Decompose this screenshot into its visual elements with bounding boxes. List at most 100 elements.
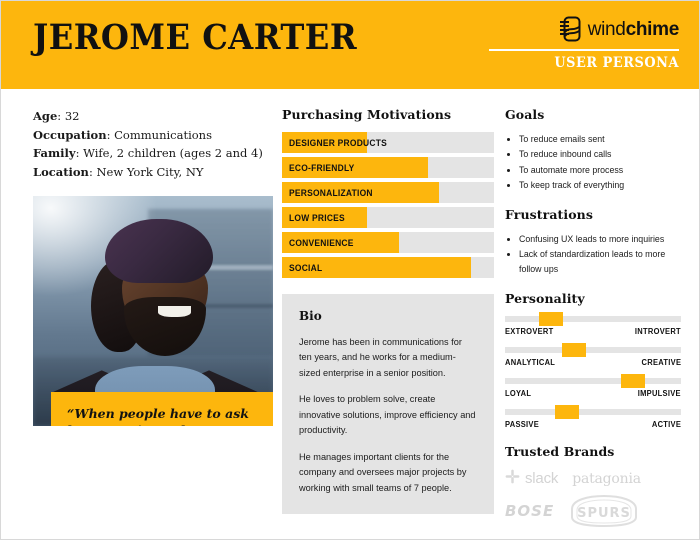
personality-sliders: EXTROVERT INTROVERT ANALYTICAL CREATIVE [505,311,681,429]
frustrations-section: Frustrations Confusing UX leads to more … [505,207,681,276]
motivation-bar: DESIGNER PRODUCTS [282,132,494,153]
page-title: JEROME CARTER [33,17,358,58]
bio-paragraph: He manages important clients for the com… [299,451,467,493]
frustrations-title: Frustrations [505,207,594,222]
brand-logo-bose: BOSE [505,502,554,520]
svg-text:SPURS: SPURS [577,506,631,521]
personality-slider[interactable]: EXTROVERT INTROVERT [505,311,681,336]
brand-wordmark-bold: chime [625,18,680,40]
trusted-brands-section: Trusted Brands slack patagonia BOSE SPUR… [505,444,681,529]
motivation-bar: ECO-FRIENDLY [282,157,494,178]
slider-poles: EXTROVERT INTROVERT [505,327,681,336]
brand-divider [489,49,679,51]
brand-wordmark: windchime [587,18,680,40]
brand-subtitle: USER PERSONA [554,55,679,71]
demographic-value: New York City, NY [96,164,204,179]
brand-logo-spurs: SPURS [568,493,640,529]
purchasing-motivations-chart: DESIGNER PRODUCTS ECO-FRIENDLY PERSONALI… [282,132,494,278]
slider-label-right: IMPULSIVE [637,388,681,398]
motivation-bar-label: PERSONALIZATION [289,187,373,198]
slider-poles: ANALYTICAL CREATIVE [505,358,681,367]
slider-thumb[interactable] [561,342,586,357]
slider-track[interactable] [505,342,681,357]
goals-title: Goals [505,107,545,122]
brand-logo-slack: slack [505,469,558,489]
brand-label: BOSE [505,501,555,520]
left-column: Age: 32 Occupation: Communications Famil… [33,107,273,426]
brand-wordmark-light: wind [587,18,626,40]
motivation-bar-label: DESIGNER PRODUCTS [289,137,388,148]
demographic-row: Location: New York City, NY [33,164,204,179]
list-item: To keep track of everything [519,178,681,192]
trusted-brands-title: Trusted Brands [505,443,615,459]
motivation-bar: LOW PRICES [282,207,494,228]
middle-column: Purchasing Motivations DESIGNER PRODUCTS… [282,107,494,515]
demographic-row: Occupation: Communications [33,127,212,142]
quote-text: “When people have to ask less questions,… [67,405,249,426]
slider-label-left: LOYAL [505,388,532,398]
frustrations-list: Confusing UX leads to more inquiries Lac… [505,232,681,276]
persona-page: JEROME CARTER windchime USER PERSONA Age… [0,0,700,540]
motivation-bar-label: CONVENIENCE [289,237,354,248]
slider-track[interactable] [505,311,681,326]
slider-track[interactable] [505,373,681,388]
brand-label: patagonia [572,470,641,487]
bio-card: Bio Jerome has been in communications fo… [282,294,494,515]
demographic-label: Family [33,146,76,161]
bio-paragraph: He loves to problem solve, create innova… [299,394,476,436]
motivation-bar-label: SOCIAL [289,262,323,273]
list-item: Confusing UX leads to more inquiries [519,232,681,246]
motivation-bar: PERSONALIZATION [282,182,494,203]
brand-block: windchime USER PERSONA [489,15,679,71]
slider-track[interactable] [505,404,681,419]
brand-label: slack [525,470,559,488]
goals-section: Goals To reduce emails sent To reduce in… [505,107,681,192]
windchime-icon [559,16,581,42]
slider-thumb[interactable] [538,311,563,326]
slider-label-left: PASSIVE [505,419,540,429]
demographic-row: Age: 32 [33,109,80,123]
motivation-bar: CONVENIENCE [282,232,494,253]
slider-label-left: ANALYTICAL [505,357,556,367]
personality-slider[interactable]: ANALYTICAL CREATIVE [505,342,681,367]
persona-quote: “When people have to ask less questions,… [51,391,273,426]
slider-poles: PASSIVE ACTIVE [505,420,681,429]
trusted-brands-list: slack patagonia BOSE SPURS [505,469,681,529]
demographic-label: Age [33,109,58,123]
personality-title: Personality [505,290,585,306]
slider-thumb[interactable] [621,373,646,388]
demographic-label: Location [33,164,89,179]
persona-photo: “When people have to ask less questions,… [33,195,273,426]
list-item: To automate more process [519,163,681,177]
personality-section: Personality EXTROVERT INTROVERT ANALYTIC… [505,291,681,429]
list-item: Lack of standardization leads to more fo… [519,247,681,276]
list-item: To reduce emails sent [519,132,681,146]
slider-label-left: EXTROVERT [505,326,554,336]
demographic-value: Communications [114,127,212,142]
motivation-bar-label: LOW PRICES [289,212,345,223]
slider-poles: LOYAL IMPULSIVE [505,389,681,398]
slack-icon [505,469,520,489]
purchasing-motivations-title: Purchasing Motivations [282,107,452,122]
brand-logo-patagonia: patagonia [572,471,641,487]
demographic-label: Occupation [33,127,107,142]
right-column: Goals To reduce emails sent To reduce in… [505,107,681,529]
photo-smile [157,305,192,318]
personality-slider[interactable]: PASSIVE ACTIVE [505,404,681,429]
slider-thumb[interactable] [554,404,579,419]
spurs-logo: SPURS [568,493,640,529]
demographic-value: Wife, 2 children (ages 2 and 4) [83,146,263,161]
list-item: To reduce inbound calls [519,147,681,161]
demographic-row: Family: Wife, 2 children (ages 2 and 4) [33,146,263,161]
page-header: JEROME CARTER windchime USER PERSONA [1,1,699,89]
demographic-value: 32 [64,109,80,123]
motivation-bar: SOCIAL [282,257,494,278]
personality-slider[interactable]: LOYAL IMPULSIVE [505,373,681,398]
slider-label-right: CREATIVE [641,357,681,367]
slider-label-right: ACTIVE [651,419,681,429]
motivation-bar-label: ECO-FRIENDLY [289,162,355,173]
bio-title: Bio [299,309,322,323]
brand-lockup: windchime [489,15,679,43]
slider-label-right: INTROVERT [634,326,681,336]
demographics-list: Age: 32 Occupation: Communications Famil… [33,107,273,182]
